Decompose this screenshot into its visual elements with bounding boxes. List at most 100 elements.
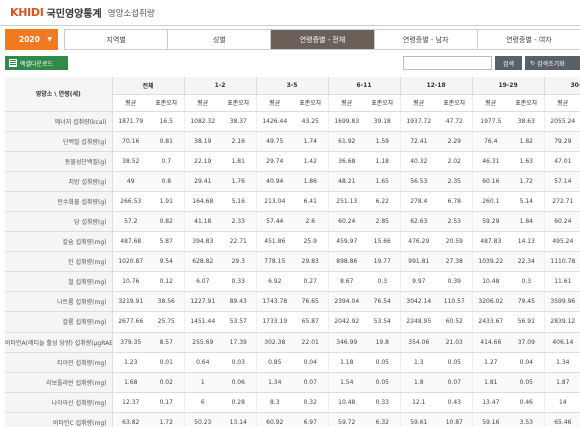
se-cell: 21.03 <box>437 332 473 353</box>
se-cell: 79.45 <box>509 291 545 313</box>
mean-cell: 459.97 <box>328 231 366 253</box>
se-cell: 2.02 <box>437 151 473 172</box>
toolbar: 엑셀다운로드 검색 ↻ 검색조기화 <box>5 56 580 70</box>
mean-cell: 59.72 <box>328 412 366 427</box>
mean-cell: 13.47 <box>472 392 510 413</box>
se-cell: 38.56 <box>149 291 185 313</box>
logo[interactable]: KHIDI 국민영양통계 <box>10 5 102 20</box>
mean-cell: 40.94 <box>256 171 294 192</box>
mean-cell: 2677.66 <box>112 311 149 333</box>
mean-cell: 57.44 <box>256 211 294 233</box>
search-button[interactable]: 검색 <box>495 56 522 70</box>
mean-cell: 394.83 <box>184 231 222 253</box>
tab-3[interactable]: 연령증별 - 전체 <box>270 30 374 49</box>
mean-cell: 6 <box>184 392 222 413</box>
mean-cell: 3219.91 <box>112 291 149 313</box>
table-row: 리보플라빈 섭취량(mg) 1.68 0.02 1 0.06 1.34 0.07 1.54 0.… <box>5 372 580 393</box>
se-cell: 76.54 <box>365 291 401 313</box>
nutrient-name-cell: 칼륨 섭취량(mg) <box>5 311 113 333</box>
mean-cell: 2248.95 <box>400 311 438 333</box>
se-cell: 1.91 <box>149 191 185 212</box>
age-group-header: 6-11 <box>328 77 401 95</box>
mean-cell: 1 <box>184 372 222 393</box>
year-select[interactable]: 2020 ▼ <box>5 29 58 50</box>
excel-download-label: 엑셀다운로드 <box>20 60 54 68</box>
data-table-container[interactable]: 영양소 \ 연령(세) 전체1-23-56-1112-1819-2930-49 … <box>5 77 580 427</box>
nutrient-name-cell: 단백질 섭취량(g) <box>5 131 113 152</box>
mean-cell: 451.86 <box>256 231 294 253</box>
se-cell: 0.32 <box>293 392 329 413</box>
mean-cell: 1937.72 <box>400 111 438 132</box>
mean-cell: 272.71 <box>544 191 580 212</box>
khidi-logo: KHIDI <box>10 6 44 19</box>
excel-download-button[interactable]: 엑셀다운로드 <box>5 56 68 70</box>
tab-4[interactable]: 연령증별 - 남자 <box>373 30 477 49</box>
mean-cell: 1227.91 <box>184 291 222 313</box>
mean-header: 평균 <box>184 94 222 112</box>
table-row: 에너지 섭취량(kcal) 1871.79 16.5 1082.32 38.37 1426… <box>5 111 580 132</box>
se-cell: 5.87 <box>149 231 185 253</box>
se-cell: 2.53 <box>437 211 473 233</box>
mean-cell: 251.13 <box>328 191 366 212</box>
tab-2[interactable]: 성별 <box>167 30 271 49</box>
se-cell: 60.52 <box>437 311 473 333</box>
mean-cell: 1.34 <box>544 352 580 373</box>
se-cell: 25.9 <box>293 231 329 253</box>
se-cell: 29.83 <box>293 251 329 273</box>
age-group-header: 19-29 <box>472 77 545 95</box>
reset-icon: ↻ <box>530 59 536 67</box>
mean-cell: 1.18 <box>328 352 366 373</box>
reset-search-button[interactable]: ↻ 검색조기화 <box>525 56 580 70</box>
chevron-down-icon: ▼ <box>47 36 52 43</box>
se-cell: 1.65 <box>365 171 401 192</box>
se-cell: 3.53 <box>509 412 545 427</box>
mean-cell: 476.29 <box>400 231 438 253</box>
se-cell: 5.14 <box>509 191 545 212</box>
mean-cell: 3206.02 <box>472 291 510 313</box>
age-group-header: 전체 <box>112 77 185 95</box>
se-cell: 0.07 <box>437 372 473 393</box>
mean-cell: 8.67 <box>328 271 366 293</box>
mean-cell: 354.06 <box>400 332 438 353</box>
se-header: 표준오차 <box>437 94 473 112</box>
nutrient-intake-table: 영양소 \ 연령(세) 전체1-23-56-1112-1819-2930-49 … <box>5 77 580 427</box>
age-group-header: 3-5 <box>256 77 329 95</box>
se-cell: 0.01 <box>149 352 185 373</box>
se-cell: 0.05 <box>365 352 401 373</box>
nutrient-name-cell: 철 섭취량(mg) <box>5 271 113 293</box>
nutrient-name-cell: 지방 섭취량(g) <box>5 171 113 192</box>
mean-cell: 2042.92 <box>328 311 366 333</box>
se-cell: 1.82 <box>509 131 545 152</box>
mean-cell: 49.75 <box>256 131 294 152</box>
tab-5[interactable]: 연령증별 - 여자 <box>476 30 580 49</box>
se-cell: 6.97 <box>293 412 329 427</box>
se-cell: 65.87 <box>293 311 329 333</box>
table-row: 나이아신 섭취량(mg) 12.37 0.17 6 0.28 8.3 0.32 10.48 0.… <box>5 392 580 413</box>
se-cell: 2.6 <box>293 211 329 233</box>
mean-header: 평균 <box>328 94 366 112</box>
table-row: 인 섭취량(mg) 1020.87 9.54 628.82 29.3 778.15 29.8… <box>5 251 580 273</box>
mean-cell: 9.97 <box>400 271 438 293</box>
category-tabs: 지역별 성별 연령증별 - 전체 연령증별 - 남자 연령증별 - 여자 <box>64 29 580 50</box>
se-cell: 29.3 <box>221 251 257 273</box>
mean-cell: 2394.04 <box>328 291 366 313</box>
se-header: 표준오차 <box>293 94 329 112</box>
mean-cell: 266.53 <box>112 191 149 212</box>
mean-cell: 10.48 <box>472 271 510 293</box>
search-input[interactable] <box>403 56 492 70</box>
mean-header: 평균 <box>472 94 510 112</box>
mean-cell: 278.4 <box>400 191 438 212</box>
mean-cell: 406.14 <box>544 332 580 353</box>
tab-1[interactable]: 지역별 <box>64 30 168 49</box>
mean-cell: 60.92 <box>256 412 294 427</box>
mean-cell: 61.92 <box>328 131 366 152</box>
se-cell: 0.33 <box>365 392 401 413</box>
se-cell: 1.74 <box>293 131 329 152</box>
mean-header: 평균 <box>112 94 149 112</box>
se-cell: 16.5 <box>149 111 185 132</box>
corner-header: 영양소 \ 연령(세) <box>5 77 113 112</box>
mean-cell: 898.86 <box>328 251 366 273</box>
mean-cell: 991.81 <box>400 251 438 273</box>
nutrient-name-cell: 나트륨 섭취량(mg) <box>5 291 113 313</box>
nutrient-name-cell: 당 섭취량(g) <box>5 211 113 233</box>
